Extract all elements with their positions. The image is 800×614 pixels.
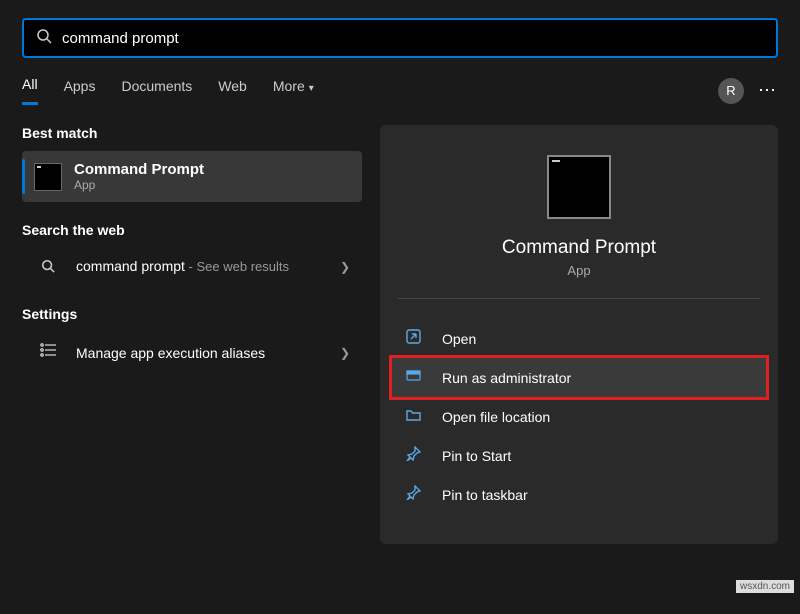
search-input[interactable]: [62, 30, 764, 47]
search-web-label: Search the web: [22, 222, 362, 238]
pin-icon: [406, 485, 428, 504]
web-query: command prompt: [76, 258, 185, 274]
chevron-down-icon: ▾: [309, 83, 314, 94]
action-label: Pin to taskbar: [442, 487, 528, 503]
action-label: Open file location: [442, 409, 550, 425]
search-icon: [34, 259, 62, 276]
chevron-right-icon: ❯: [340, 260, 350, 274]
filter-tabs: All Apps Documents Web More▾ R ⋯: [0, 58, 800, 105]
tab-apps[interactable]: Apps: [64, 78, 96, 104]
settings-list-icon: [34, 342, 62, 363]
chevron-right-icon: ❯: [340, 346, 350, 360]
action-pin-to-taskbar[interactable]: Pin to taskbar: [380, 475, 778, 514]
open-icon: [406, 329, 428, 348]
action-label: Pin to Start: [442, 448, 511, 464]
shield-icon: [406, 368, 428, 387]
action-open[interactable]: Open: [380, 319, 778, 358]
search-icon: [36, 28, 52, 49]
command-prompt-icon: [547, 155, 611, 219]
pin-icon: [406, 446, 428, 465]
result-subtitle: App: [74, 178, 204, 192]
results-column: Best match Command Prompt App Search the…: [22, 125, 362, 544]
watermark: wsxdn.com: [736, 580, 794, 593]
action-open-file-location[interactable]: Open file location: [380, 397, 778, 436]
result-title: Command Prompt: [74, 161, 204, 178]
preview-subtitle: App: [380, 263, 778, 278]
preview-title: Command Prompt: [380, 237, 778, 259]
more-options-button[interactable]: ⋯: [758, 80, 778, 101]
settings-result[interactable]: Manage app execution aliases ❯: [22, 332, 362, 373]
search-bar[interactable]: [22, 18, 778, 58]
divider: [398, 298, 760, 299]
action-label: Run as administrator: [442, 370, 571, 386]
tab-documents[interactable]: Documents: [121, 78, 192, 104]
result-command-prompt[interactable]: Command Prompt App: [22, 151, 362, 202]
user-avatar[interactable]: R: [718, 78, 744, 104]
action-pin-to-start[interactable]: Pin to Start: [380, 436, 778, 475]
settings-item-label: Manage app execution aliases: [76, 345, 265, 361]
best-match-label: Best match: [22, 125, 362, 141]
command-prompt-icon: [34, 163, 62, 191]
tab-all[interactable]: All: [22, 76, 38, 105]
web-result[interactable]: command prompt - See web results ❯: [22, 248, 362, 286]
web-hint: - See web results: [185, 259, 289, 274]
folder-icon: [406, 407, 428, 426]
action-label: Open: [442, 331, 476, 347]
tab-more[interactable]: More▾: [273, 78, 314, 104]
tab-web[interactable]: Web: [218, 78, 247, 104]
action-run-as-administrator[interactable]: Run as administrator: [392, 358, 766, 397]
settings-label: Settings: [22, 306, 362, 322]
preview-panel: Command Prompt App Open Run as administr…: [380, 125, 778, 544]
